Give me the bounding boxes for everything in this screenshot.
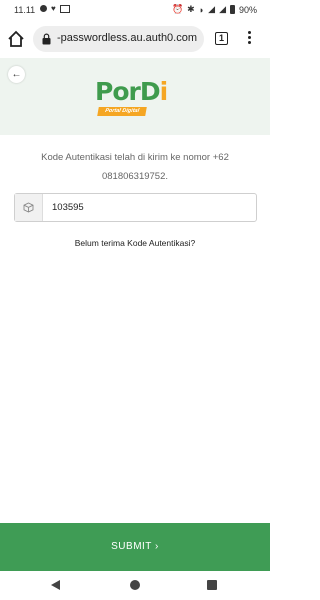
otp-input[interactable]: 103595 <box>14 193 257 222</box>
nav-home-icon[interactable] <box>130 580 140 590</box>
pordi-logo: PorDi Portal Digital <box>95 77 185 121</box>
nav-back-icon[interactable] <box>51 580 60 590</box>
browser-toolbar: -passwordless.au.auth0.com 1 <box>0 20 270 58</box>
message-icon <box>40 5 47 12</box>
url-text: -passwordless.au.auth0.com <box>57 32 198 44</box>
battery-level: 90% <box>238 4 257 15</box>
submit-button[interactable]: SUBMIT › <box>0 523 270 571</box>
logo-title: PorDi <box>95 77 168 106</box>
resend-code-link[interactable]: Belum terima Kode Autentikasi? <box>0 238 270 248</box>
cube-icon <box>23 202 34 213</box>
logo-tagline: Portal Digital <box>97 107 147 116</box>
signal-icon: ◢ <box>208 4 216 14</box>
wifi-icon: ◗ <box>198 4 205 15</box>
lock-icon <box>42 33 51 45</box>
status-time: 11.11 <box>14 5 36 15</box>
bluetooth-icon: ✱ <box>187 4 195 14</box>
android-nav-bar <box>0 571 270 600</box>
otp-info-text: Kode Autentikasi telah di kirim ke nomor… <box>41 152 229 182</box>
notification-icons: ♥ <box>40 4 70 13</box>
otp-value: 103595 <box>52 202 84 213</box>
battery-icon <box>229 5 235 14</box>
back-button[interactable]: ← <box>8 66 25 83</box>
screen-icon <box>59 4 70 13</box>
alarm-icon: ⏰ <box>171 4 184 14</box>
home-icon[interactable] <box>6 29 26 49</box>
system-icons: ⏰ ✱ ◗ ◢ ◢ 90% <box>172 4 257 15</box>
more-menu-icon[interactable] <box>244 31 254 47</box>
address-bar[interactable]: -passwordless.au.auth0.com <box>33 26 204 52</box>
heart-icon: ♥ <box>51 4 56 13</box>
signal-icon-2: ◢ <box>219 4 226 14</box>
status-bar: 11.11 ♥ ⏰ ✱ ◗ ◢ ◢ 90% <box>0 0 270 20</box>
otp-prefix <box>15 194 43 221</box>
tab-switcher-button[interactable]: 1 <box>215 32 228 45</box>
page-header: ← PorDi Portal Digital <box>0 58 270 135</box>
nav-recents-icon[interactable] <box>207 580 217 590</box>
